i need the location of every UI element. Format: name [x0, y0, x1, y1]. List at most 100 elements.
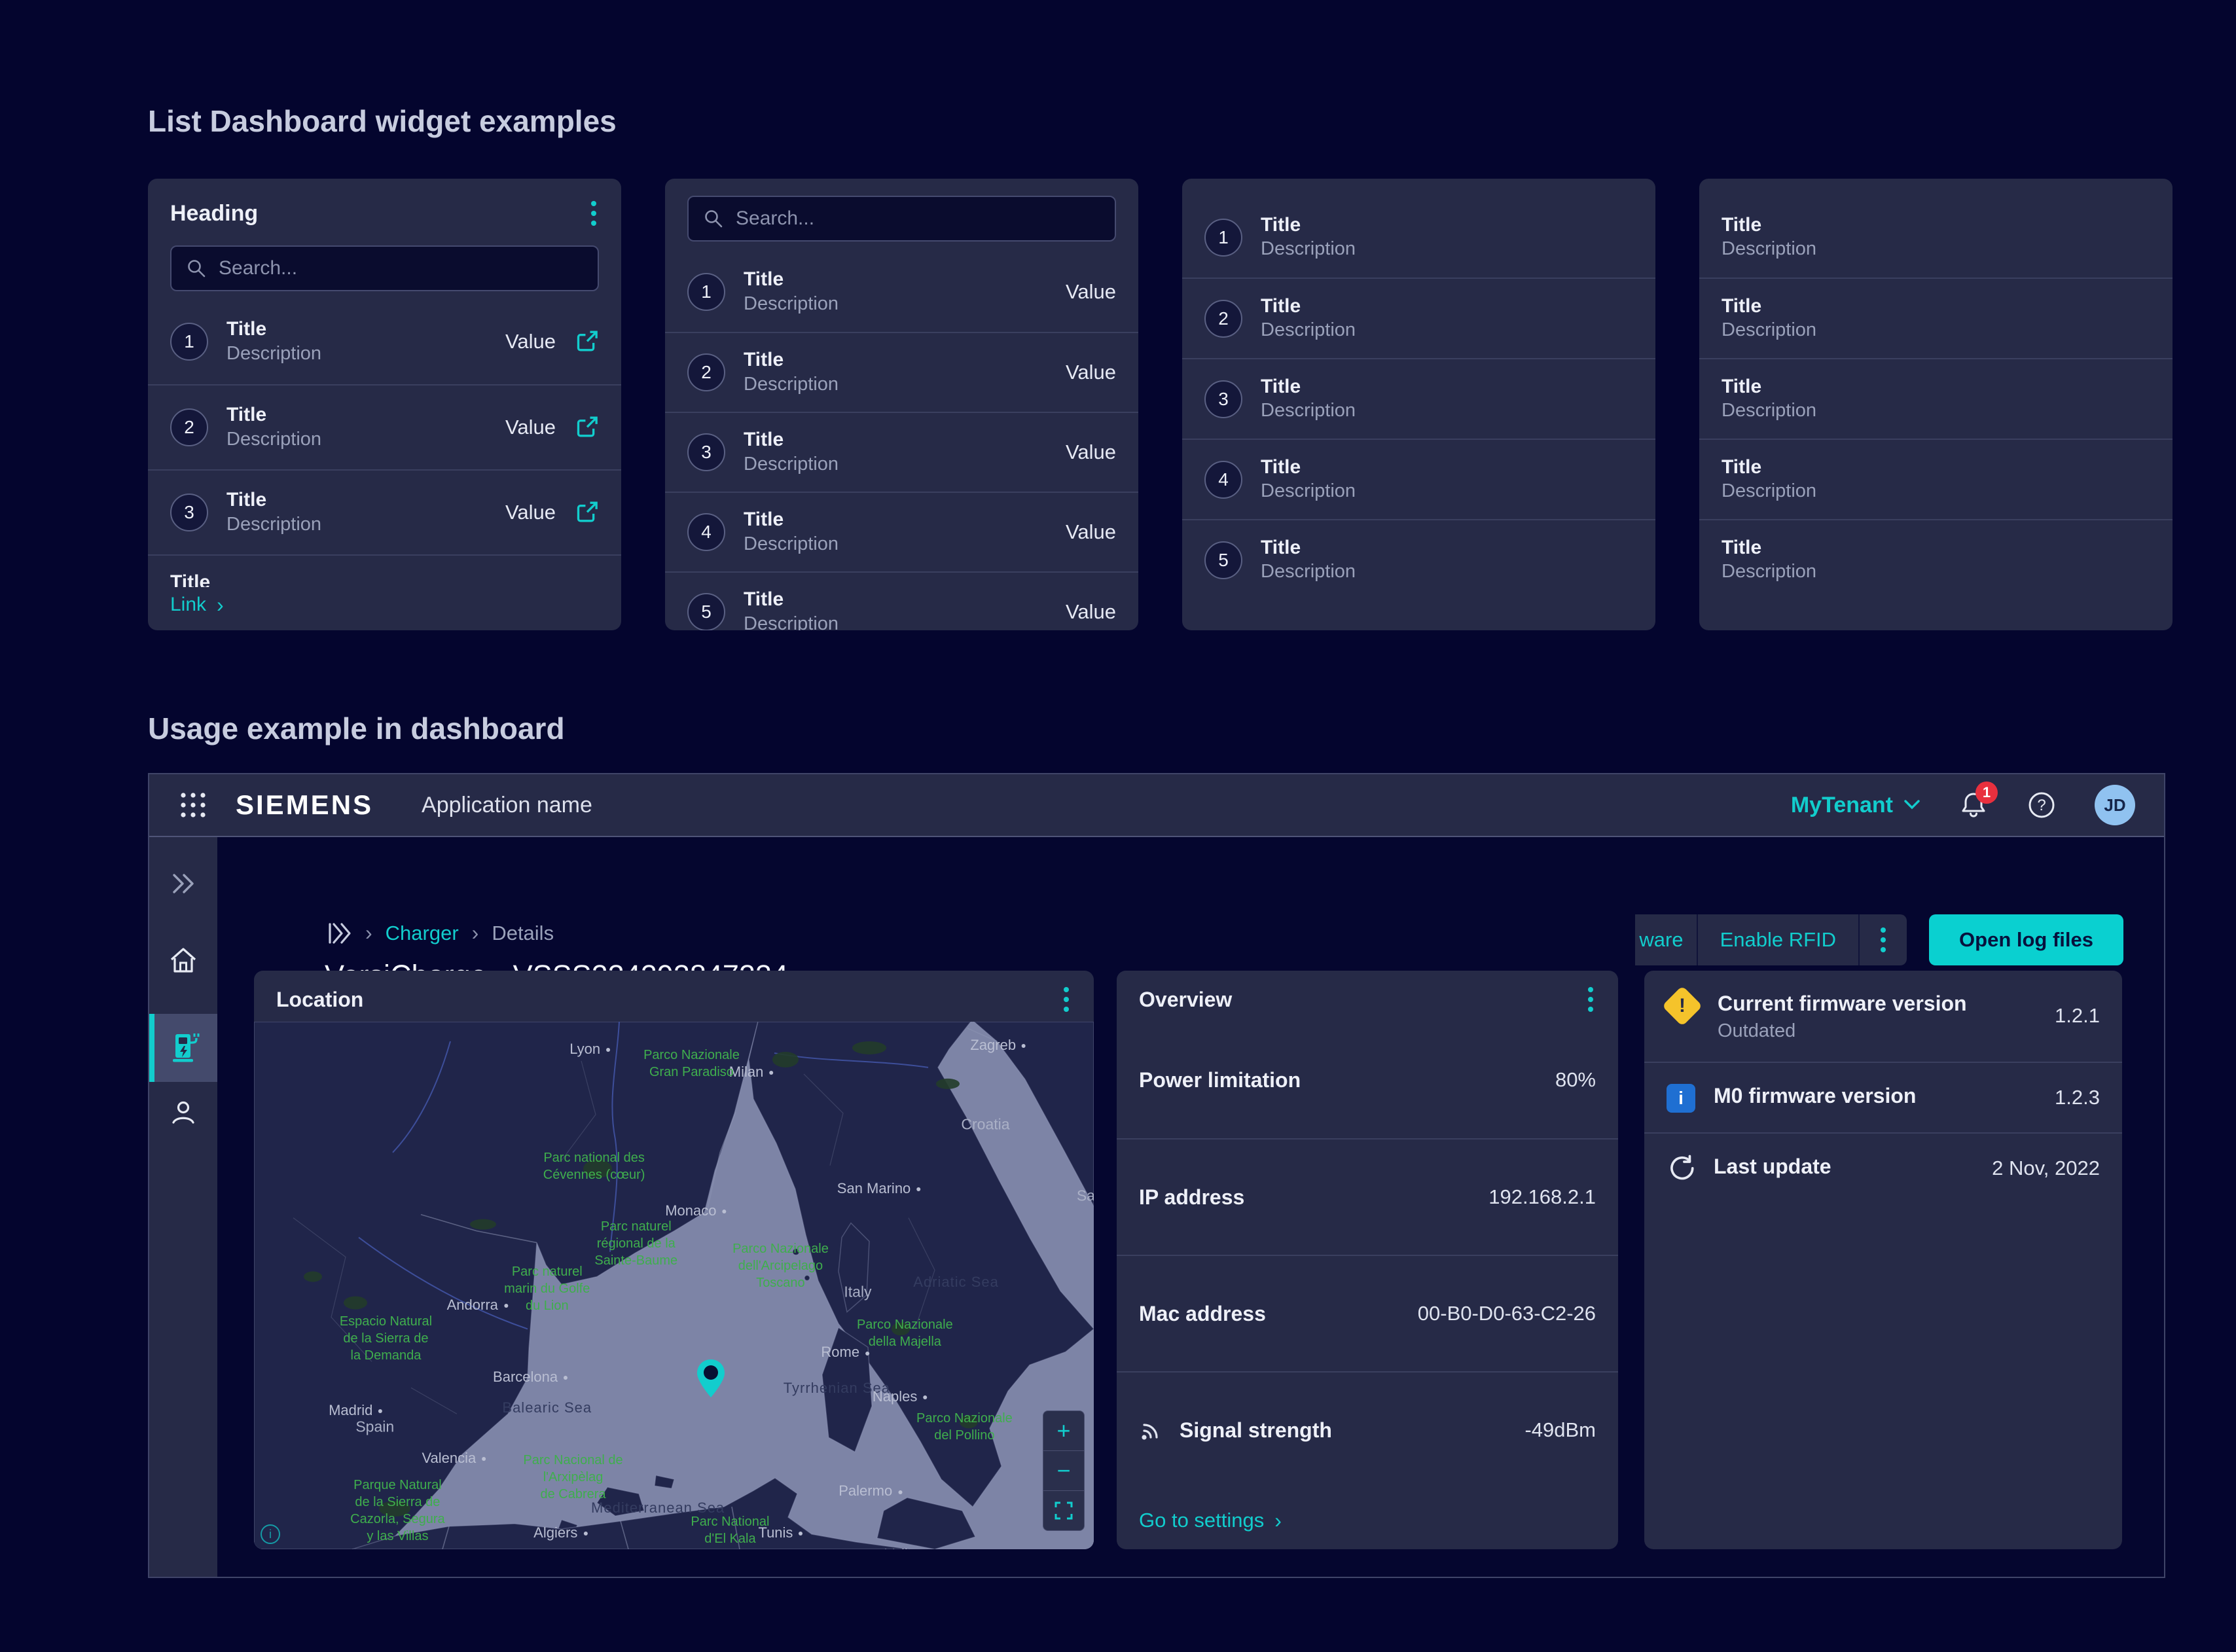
firmware-row-current: ! Current firmware version Outdated 1.2.… — [1644, 971, 2122, 1062]
item-description: Description — [1261, 560, 1356, 584]
item-description: Description — [1722, 399, 1816, 423]
item-description: Description — [744, 372, 838, 397]
open-log-files-button[interactable]: Open log files — [1929, 914, 2123, 965]
firmware-row-title: Last update — [1714, 1153, 1831, 1181]
widget-search-input[interactable]: Search... — [170, 245, 599, 291]
help-button[interactable]: ? — [2027, 790, 2057, 820]
sidebar-item-home[interactable] — [168, 946, 198, 975]
list-item[interactable]: TitleDescription — [1699, 358, 2173, 439]
breadcrumb-skip-icon[interactable] — [327, 922, 352, 944]
app-launcher-grid-icon[interactable] — [178, 790, 208, 820]
list-item[interactable]: 4TitleDescription — [1182, 439, 1655, 519]
overview-row-value: 80% — [1555, 1068, 1596, 1092]
list-item[interactable]: 4TitleDescriptionValue — [665, 492, 1138, 571]
list-item[interactable]: 1TitleDescriptionValue — [665, 252, 1138, 332]
overview-rows: Power limitation 80% IP address 192.168.… — [1117, 1022, 1618, 1488]
breadcrumb-separator: › — [472, 921, 479, 945]
list-item[interactable]: TitleDescription — [1699, 439, 2173, 519]
sidebar-expand-icon[interactable] — [170, 872, 196, 895]
tenant-name: MyTenant — [1791, 793, 1893, 818]
list-item[interactable]: 5TitleDescriptionValue — [665, 571, 1138, 630]
more-actions-button[interactable] — [1858, 914, 1907, 965]
item-value: Value — [1066, 600, 1116, 624]
application-name: Application name — [422, 793, 592, 818]
breadcrumb-item-details: Details — [492, 922, 554, 945]
item-open-external-button[interactable] — [575, 330, 599, 353]
fullscreen-button[interactable] — [1043, 1490, 1084, 1530]
enable-rfid-button[interactable]: Enable RFID — [1697, 914, 1858, 965]
overview-row-signal: Signal strength -49dBm — [1117, 1371, 1618, 1488]
item-description: Description — [744, 532, 838, 557]
item-title: Title — [744, 348, 838, 372]
refresh-icon — [1667, 1155, 1695, 1183]
list-item[interactable]: 1TitleDescriptionValue — [148, 299, 621, 384]
list-item[interactable]: Title — [148, 554, 621, 587]
user-avatar[interactable]: JD — [2095, 785, 2135, 825]
overview-card-menu[interactable] — [1585, 984, 1596, 1015]
map-attribution-icon[interactable]: i — [261, 1524, 280, 1544]
chevron-right-icon: › — [1274, 1510, 1282, 1531]
list-item[interactable]: 2TitleDescriptionValue — [148, 384, 621, 469]
location-card-title: Location — [276, 988, 363, 1012]
list-item[interactable]: 3TitleDescriptionValue — [665, 412, 1138, 492]
firmware-row-title: Current firmware version — [1718, 990, 1967, 1018]
widgets-section-title: List Dashboard widget examples — [148, 103, 617, 139]
signal-icon — [1139, 1418, 1164, 1443]
list-item[interactable]: 1TitleDescription — [1182, 197, 1655, 278]
item-open-external-button[interactable] — [575, 501, 599, 524]
overview-row-ip: IP address 192.168.2.1 — [1117, 1138, 1618, 1255]
zoom-in-button[interactable]: + — [1043, 1411, 1084, 1450]
external-link-icon — [575, 501, 599, 524]
widget-footer-link[interactable]: Link› — [170, 594, 224, 616]
item-description: Description — [1722, 479, 1816, 504]
list-item[interactable]: TitleDescription — [1699, 519, 2173, 600]
list-item[interactable]: TitleDescription — [1699, 278, 2173, 358]
widget-examples-row: HeadingSearch...1TitleDescriptionValue2T… — [148, 179, 2173, 630]
item-description: Description — [1722, 237, 1816, 262]
overview-row-label: Mac address — [1139, 1302, 1266, 1326]
widget-list: 1TitleDescriptionValue2TitleDescriptionV… — [665, 252, 1138, 630]
question-icon: ? — [2027, 790, 2057, 820]
list-item[interactable]: 3TitleDescription — [1182, 358, 1655, 439]
item-title: Title — [744, 587, 838, 612]
tenant-selector[interactable]: MyTenant — [1791, 793, 1920, 818]
item-description: Description — [744, 292, 838, 317]
clipped-firmware-button[interactable]: ware — [1635, 914, 1696, 965]
item-description: Description — [744, 612, 838, 630]
item-title: Title — [1722, 535, 1816, 560]
item-value: Value — [1066, 361, 1116, 384]
item-value: Value — [505, 501, 556, 524]
item-description: Description — [744, 452, 838, 477]
item-open-external-button[interactable] — [575, 416, 599, 439]
list-item[interactable]: 5TitleDescription — [1182, 519, 1655, 600]
location-map[interactable]: LyonMilanZagrebCroatiaSarajevSan MarinoM… — [254, 1022, 1094, 1549]
list-item[interactable]: 2TitleDescription — [1182, 278, 1655, 358]
sidebar-item-user[interactable] — [168, 1098, 198, 1128]
secondary-button-group: ware Enable RFID — [1635, 914, 1907, 965]
map-base — [254, 1022, 1094, 1549]
sidebar-item-charger[interactable] — [149, 1014, 217, 1082]
item-title: Title — [1722, 213, 1816, 238]
firmware-row-value: 1.2.1 — [2055, 1004, 2100, 1028]
item-description: Description — [226, 512, 321, 537]
widget-search-input[interactable]: Search... — [687, 196, 1116, 242]
breadcrumb: › Charger › Details — [327, 921, 554, 945]
item-value: Value — [1066, 440, 1116, 464]
list-item[interactable]: TitleDescription — [1699, 197, 2173, 278]
map-location-pin[interactable] — [695, 1358, 727, 1399]
widget-list: 1TitleDescription2TitleDescription3Title… — [1182, 197, 1655, 600]
external-link-icon — [575, 330, 599, 353]
location-card-menu[interactable] — [1061, 984, 1072, 1015]
list-item[interactable]: 2TitleDescriptionValue — [665, 332, 1138, 412]
breadcrumb-item-charger[interactable]: Charger — [386, 922, 459, 945]
home-icon — [168, 946, 198, 975]
zoom-out-button[interactable]: − — [1043, 1450, 1084, 1490]
item-title: Title — [226, 403, 321, 427]
widget-menu-kebab-icon[interactable] — [588, 198, 599, 228]
go-to-settings-link[interactable]: Go to settings› — [1139, 1509, 1282, 1532]
item-value: Value — [505, 330, 556, 353]
item-number: 3 — [170, 494, 208, 531]
item-value: Value — [1066, 520, 1116, 544]
notifications-button[interactable]: 1 — [1958, 789, 1989, 821]
list-item[interactable]: 3TitleDescriptionValue — [148, 469, 621, 554]
